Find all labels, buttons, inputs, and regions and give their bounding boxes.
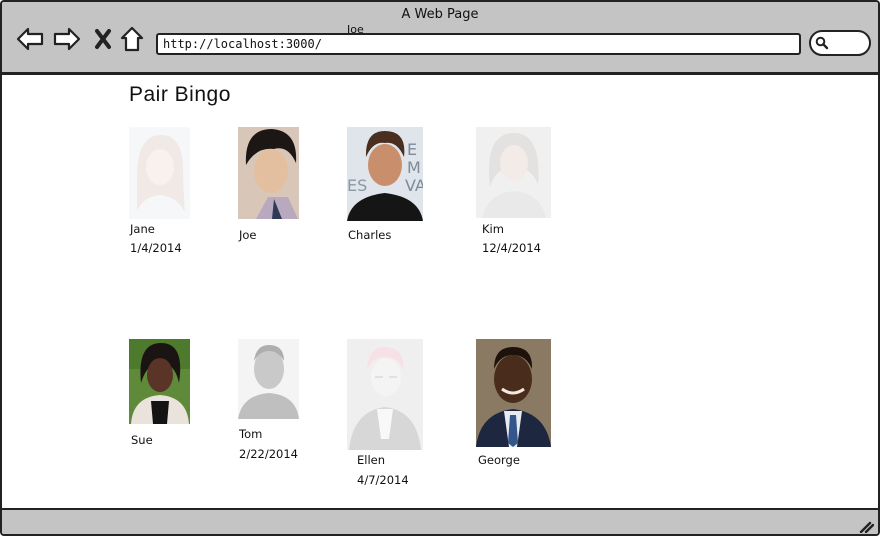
svg-text:ES: ES	[347, 176, 367, 195]
person-card-sue[interactable]: Sue	[129, 339, 190, 447]
page-title: Pair Bingo	[129, 83, 231, 106]
address-bar[interactable]: http://localhost:3000/	[156, 33, 801, 55]
status-bar	[2, 508, 878, 534]
person-name: Joe	[239, 228, 257, 242]
ellen-photo	[347, 339, 423, 450]
person-date: 1/4/2014	[130, 241, 182, 255]
page-content: Pair Bingo Jane 1/4/2014 Joe E M ES V Ch…	[2, 75, 878, 508]
person-date: 2/22/2014	[239, 447, 298, 461]
home-icon[interactable]	[117, 24, 147, 54]
person-name: Ellen	[357, 453, 386, 467]
person-card-ellen[interactable]: Ellen 4/7/2014	[347, 339, 423, 487]
browser-toolbar: A Web Page Joe http://localhost:3000/	[2, 2, 878, 75]
person-name: George	[478, 453, 520, 467]
person-card-joe[interactable]: Joe	[238, 127, 299, 242]
search-icon	[815, 36, 829, 50]
kim-photo	[476, 127, 551, 218]
person-card-kim[interactable]: Kim 12/4/2014	[476, 127, 551, 255]
svg-text:VA: VA	[405, 176, 423, 195]
charles-photo: E M ES VA	[347, 127, 423, 221]
search-box[interactable]	[809, 30, 871, 56]
browser-window: A Web Page Joe http://localhost:3000/ Pa…	[0, 0, 880, 536]
george-photo	[476, 339, 551, 447]
person-card-tom[interactable]: Tom 2/22/2014	[238, 339, 299, 461]
person-date: 12/4/2014	[482, 241, 541, 255]
svg-text:E: E	[407, 140, 417, 159]
person-date: 4/7/2014	[357, 473, 409, 487]
person-name: Sue	[131, 433, 153, 447]
person-name: Kim	[482, 222, 504, 236]
joe-photo	[238, 127, 299, 219]
sue-photo	[129, 339, 190, 424]
person-name: Charles	[348, 228, 392, 242]
person-card-charles[interactable]: E M ES VA Charles	[347, 127, 423, 242]
person-name: Tom	[239, 427, 263, 441]
back-arrow-icon[interactable]	[15, 24, 45, 54]
close-x-icon[interactable]	[88, 24, 118, 54]
person-card-jane[interactable]: Jane 1/4/2014	[129, 127, 190, 255]
person-name: Jane	[130, 222, 155, 236]
jane-photo	[129, 127, 190, 219]
person-card-george[interactable]: George	[476, 339, 551, 467]
forward-arrow-icon[interactable]	[52, 24, 82, 54]
window-title: A Web Page	[401, 7, 479, 22]
tom-photo	[238, 339, 299, 419]
svg-text:M: M	[407, 158, 421, 177]
resize-grip-icon[interactable]	[858, 519, 874, 533]
